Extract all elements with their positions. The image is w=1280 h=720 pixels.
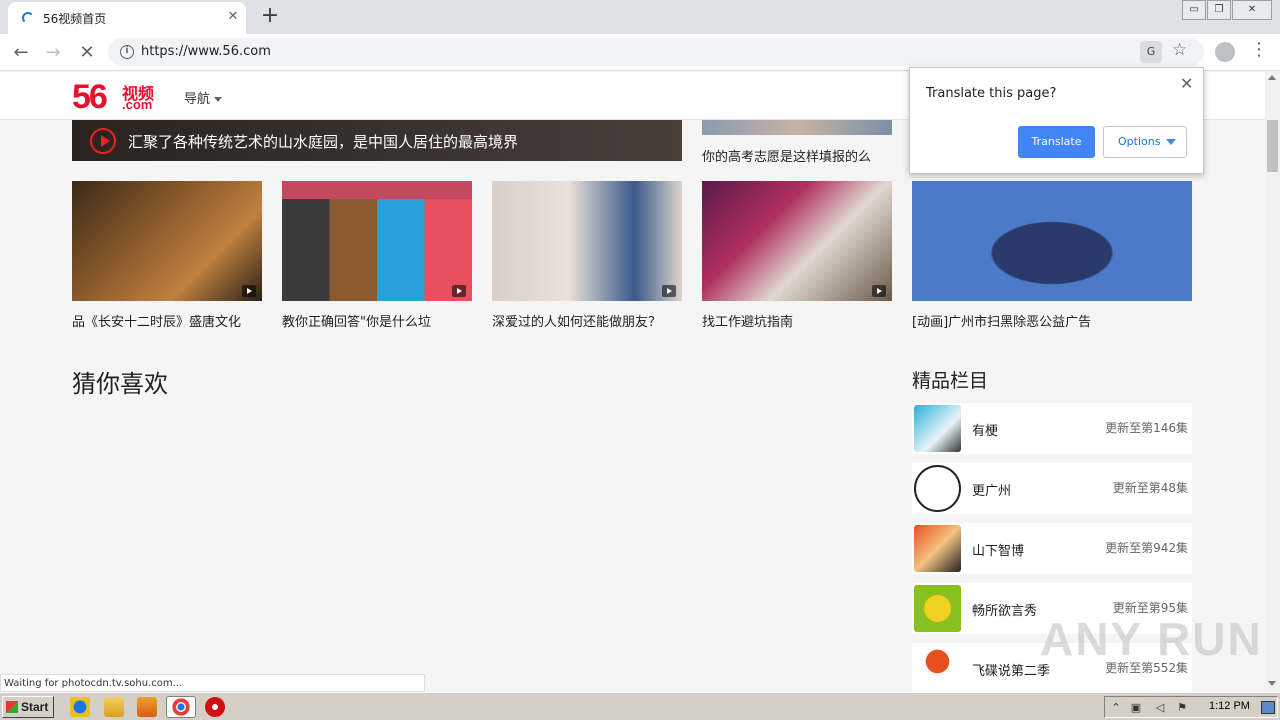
system-tray: ⌃ ▣ ◁ ⚑ 1:12 PM — [1104, 696, 1278, 718]
series-item[interactable]: 山下智博 更新至第942集 — [912, 523, 1192, 574]
translate-popup-title: Translate this page? — [926, 86, 1057, 101]
volume-icon[interactable]: ◁ — [1153, 701, 1167, 714]
video-thumbnail[interactable] — [702, 120, 892, 135]
windows-logo-icon — [6, 701, 18, 713]
series-logo — [914, 525, 961, 572]
series-item[interactable]: 更广州 更新至第48集 — [912, 463, 1192, 514]
bookmark-star-icon[interactable]: ☆ — [1172, 40, 1187, 60]
play-icon — [242, 285, 256, 297]
stop-loading-icon[interactable]: ✕ — [74, 40, 100, 66]
window-minimize-button[interactable]: ▭ — [1182, 0, 1206, 20]
video-thumbnail[interactable] — [492, 181, 682, 301]
nav-menu[interactable]: 导航 — [184, 88, 223, 107]
profile-avatar-icon[interactable] — [1215, 42, 1235, 62]
page-scrollbar[interactable] — [1265, 72, 1280, 692]
flag-icon[interactable]: ⚑ — [1175, 701, 1189, 714]
scrollbar-thumb[interactable] — [1267, 120, 1278, 172]
opera-icon[interactable] — [205, 697, 225, 717]
series-name: 山下智博 — [972, 544, 1025, 559]
forward-arrow-icon[interactable]: → — [40, 40, 66, 66]
url-text[interactable]: https://www.56.com — [141, 44, 271, 59]
translate-icon[interactable]: G — [1140, 41, 1162, 63]
series-name: 飞碟说第二季 — [972, 664, 1051, 679]
nav-label: 导航 — [184, 92, 211, 107]
featured-video-title: 汇聚了各种传统艺术的山水庭园，是中国人居住的最高境界 — [128, 133, 519, 151]
scroll-up-icon[interactable] — [1268, 75, 1276, 80]
internet-explorer-icon[interactable] — [70, 697, 90, 717]
watermark: ANY RUN — [1040, 613, 1263, 665]
scroll-down-icon[interactable] — [1268, 681, 1276, 686]
play-icon — [452, 285, 466, 297]
series-logo — [914, 465, 961, 512]
series-logo — [914, 585, 961, 632]
browser-toolbar: ← → ✕ i https://www.56.com G ☆ ⋮ — [0, 34, 1280, 71]
series-logo — [914, 645, 961, 692]
play-icon — [872, 285, 886, 297]
sidebar-title: 精品栏目 — [912, 370, 989, 392]
section-title: 猜你喜欢 — [72, 370, 168, 398]
video-thumbnail[interactable] — [72, 181, 262, 301]
video-caption[interactable]: 你的高考志愿是这样填报的么 — [702, 146, 892, 165]
translate-popup: Translate this page? ✕ Translate Options — [909, 67, 1204, 174]
site-logo[interactable]: 56 视频 .com — [72, 78, 154, 116]
video-thumbnail[interactable] — [282, 181, 472, 301]
start-button[interactable]: Start — [2, 696, 54, 718]
series-name: 更广州 — [972, 484, 1012, 499]
video-thumbnail[interactable] — [912, 181, 1192, 301]
translate-button[interactable]: Translate — [1018, 126, 1095, 158]
video-caption[interactable]: 深爱过的人如何还能做朋友？ — [492, 311, 682, 330]
address-bar[interactable]: i https://www.56.com G ☆ — [108, 38, 1204, 66]
video-thumbnail[interactable] — [702, 181, 892, 301]
series-update: 更新至第146集 — [1105, 421, 1188, 435]
browser-tab-strip: 56视频首页 ✕ + ▭ ❐ ✕ — [0, 0, 1280, 34]
options-button[interactable]: Options — [1103, 126, 1187, 158]
new-tab-button[interactable]: + — [258, 4, 282, 28]
loading-spinner-icon — [22, 12, 34, 24]
network-icon[interactable]: ▣ — [1129, 701, 1143, 714]
caret-down-icon — [214, 97, 223, 102]
video-caption[interactable]: 找工作避坑指南 — [702, 311, 892, 330]
series-item[interactable]: 有梗 更新至第146集 — [912, 403, 1192, 454]
series-update: 更新至第48集 — [1112, 481, 1188, 495]
video-caption[interactable]: 教你正确回答"你是什么垃 — [282, 311, 452, 330]
tab-close-icon[interactable]: ✕ — [224, 8, 242, 26]
status-bubble: Waiting for photocdn.tv.sohu.com... — [0, 674, 425, 692]
series-logo — [914, 405, 961, 452]
video-caption[interactable]: 品《长安十二时辰》盛唐文化 — [72, 311, 262, 330]
play-icon — [662, 285, 676, 297]
caret-down-icon — [1166, 139, 1176, 145]
tray-arrow-icon[interactable]: ⌃ — [1109, 701, 1123, 714]
featured-video-banner[interactable]: 汇聚了各种传统艺术的山水庭园，是中国人居住的最高境界 — [72, 120, 682, 161]
close-icon[interactable]: ✕ — [1180, 74, 1193, 93]
show-desktop-icon[interactable] — [1261, 701, 1275, 714]
play-circle-icon — [90, 128, 116, 154]
back-arrow-icon[interactable]: ← — [8, 40, 34, 66]
window-close-button[interactable]: ✕ — [1232, 0, 1272, 20]
chrome-icon[interactable] — [166, 696, 196, 718]
taskbar: Start ⌃ ▣ ◁ ⚑ 1:12 PM — [0, 692, 1280, 720]
browser-tab[interactable]: 56视频首页 ✕ — [8, 2, 246, 34]
video-caption[interactable]: [动画]广州市扫黑除恶公益广告 — [912, 311, 1192, 330]
browser-menu-icon[interactable]: ⋮ — [1250, 39, 1268, 60]
series-name: 畅所欲言秀 — [972, 604, 1038, 619]
folder-icon[interactable] — [104, 697, 124, 717]
clock[interactable]: 1:12 PM — [1209, 700, 1250, 712]
series-name: 有梗 — [972, 424, 999, 439]
window-maximize-button[interactable]: ❐ — [1207, 0, 1231, 20]
tab-title: 56视频首页 — [43, 12, 107, 26]
media-player-icon[interactable] — [137, 697, 157, 717]
series-update: 更新至第942集 — [1105, 541, 1188, 555]
site-info-icon[interactable]: i — [120, 45, 134, 59]
